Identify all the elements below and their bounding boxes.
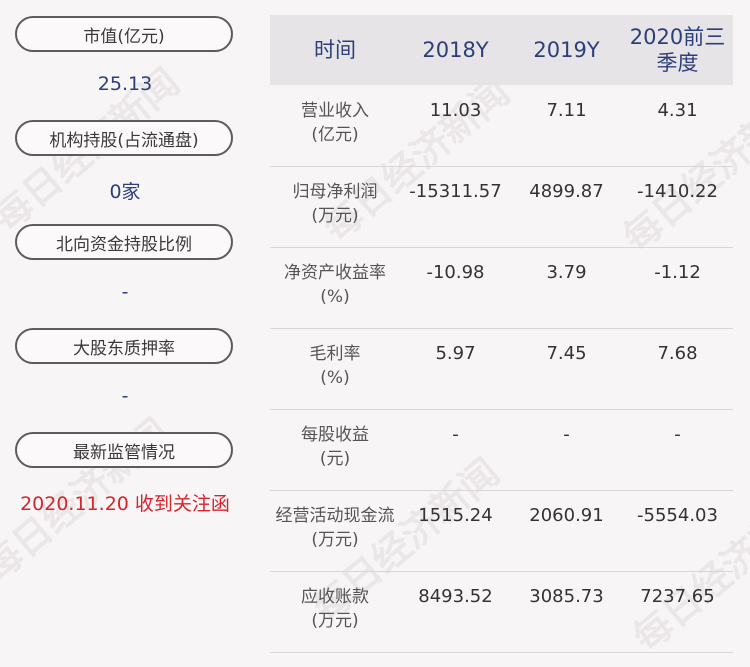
market-cap-label: 市值(亿元)	[15, 16, 233, 52]
table-row: 毛利率 (%) 5.97 7.45 7.68	[270, 328, 733, 410]
row-label: 营业收入 (亿元)	[301, 101, 369, 145]
table-cell: 11.03	[429, 100, 482, 121]
institution-holding-label: 机构持股(占流通盘)	[15, 120, 233, 156]
table-cell: 4.31	[657, 100, 698, 121]
table-cell: -	[674, 424, 681, 445]
table-cell: -	[563, 424, 570, 445]
table-cell: -10.98	[426, 262, 485, 283]
table-row: 净资产收益率 (%) -10.98 3.79 -1.12	[270, 247, 733, 329]
row-label: 归母净利润 (万元)	[292, 182, 378, 226]
row-label: 经营活动现金流 (万元)	[275, 506, 395, 550]
table-row: 归母净利润 (万元) -15311.57 4899.87 -1410.22	[270, 166, 733, 248]
table-row: 营业收入 (亿元) 11.03 7.11 4.31	[270, 85, 733, 167]
table-row: 每股收益 (元) - - -	[270, 409, 733, 491]
table-cell: 8493.52	[418, 586, 493, 607]
table-cell: -1.12	[654, 262, 701, 283]
table-cell: -5554.03	[637, 505, 718, 526]
header-2018: 2018Y	[422, 38, 489, 62]
table-cell: 7.45	[546, 343, 587, 364]
institution-holding-value: 0家	[109, 181, 141, 203]
table-cell: -	[452, 424, 459, 445]
table-cell: -1410.22	[637, 181, 718, 202]
row-label: 毛利率 (%)	[309, 344, 361, 388]
row-label: 净资产收益率 (%)	[284, 263, 386, 307]
pledge-rate-value: -	[121, 385, 129, 407]
table-cell: -15311.57	[409, 181, 502, 202]
northbound-ratio-value: -	[121, 281, 129, 303]
market-cap-value: 25.13	[97, 73, 153, 95]
table-cell: 5.97	[435, 343, 476, 364]
row-label: 应收账款 (万元)	[301, 587, 369, 631]
northbound-ratio-label: 北向资金持股比例	[15, 224, 233, 260]
regulatory-status-label: 最新监管情况	[15, 432, 233, 468]
header-time: 时间	[314, 38, 356, 62]
header-2020q3: 2020前三季度	[629, 25, 726, 75]
pledge-rate-label: 大股东质押率	[15, 328, 233, 364]
table-cell: 3085.73	[529, 586, 604, 607]
table-cell: 1515.24	[418, 505, 493, 526]
table-cell: 7237.65	[640, 586, 715, 607]
table-cell: 7.11	[546, 100, 587, 121]
table-cell: 3.79	[546, 262, 587, 283]
table-row: 应收账款 (万元) 8493.52 3085.73 7237.65	[270, 571, 733, 653]
table-cell: 7.68	[657, 343, 698, 364]
summary-panel: 市值(亿元) 25.13 机构持股(占流通盘) 0家 北向资金持股比例 - 大股…	[0, 0, 250, 667]
row-label: 每股收益 (元)	[301, 425, 369, 469]
header-2019: 2019Y	[533, 38, 600, 62]
table-cell: 2060.91	[529, 505, 604, 526]
table-header: 时间 2018Y 2019Y 2020前三季度	[270, 15, 733, 85]
regulatory-status-value: 2020.11.20 收到关注函	[20, 493, 230, 515]
table-cell: 4899.87	[529, 181, 604, 202]
table-row: 经营活动现金流 (万元) 1515.24 2060.91 -5554.03	[270, 490, 733, 572]
